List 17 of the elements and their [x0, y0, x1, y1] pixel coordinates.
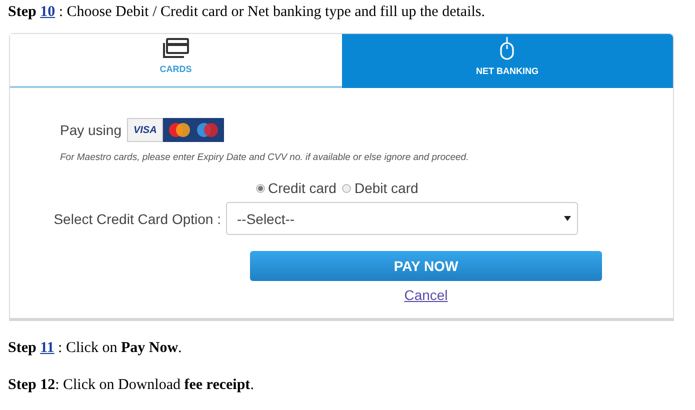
maestro-note: For Maestro cards, please enter Expiry Date and CVV no. if available or else ignore and proceed. [60, 152, 470, 163]
radio-button[interactable] [342, 184, 352, 192]
step-instruction: Step 12: Click on Download fee receipt. [8, 376, 255, 394]
cancel-link[interactable]: Cancel [404, 287, 448, 303]
step-instruction: Step 11 : Click on Pay Now. [8, 339, 183, 357]
step-instruction: Step 10 : Choose Debit / Credit card or Net banking type and fill up the details. [8, 3, 486, 21]
select-label: Select Credit Card Option : [52, 210, 222, 226]
pay-using-label: Pay using [60, 122, 122, 138]
radio-label[interactable]: Credit card [268, 180, 336, 196]
card-option-select[interactable]: --Select-- [226, 202, 578, 235]
visa-logo: VISA [127, 118, 163, 142]
radio-button[interactable] [256, 184, 265, 192]
mouse-icon [499, 36, 516, 60]
dropdown-caret-icon [564, 216, 571, 221]
credit-card-icon [162, 38, 189, 58]
radio-label[interactable]: Debit card [354, 180, 418, 196]
payment-tab[interactable]: NET BANKING [342, 34, 673, 88]
